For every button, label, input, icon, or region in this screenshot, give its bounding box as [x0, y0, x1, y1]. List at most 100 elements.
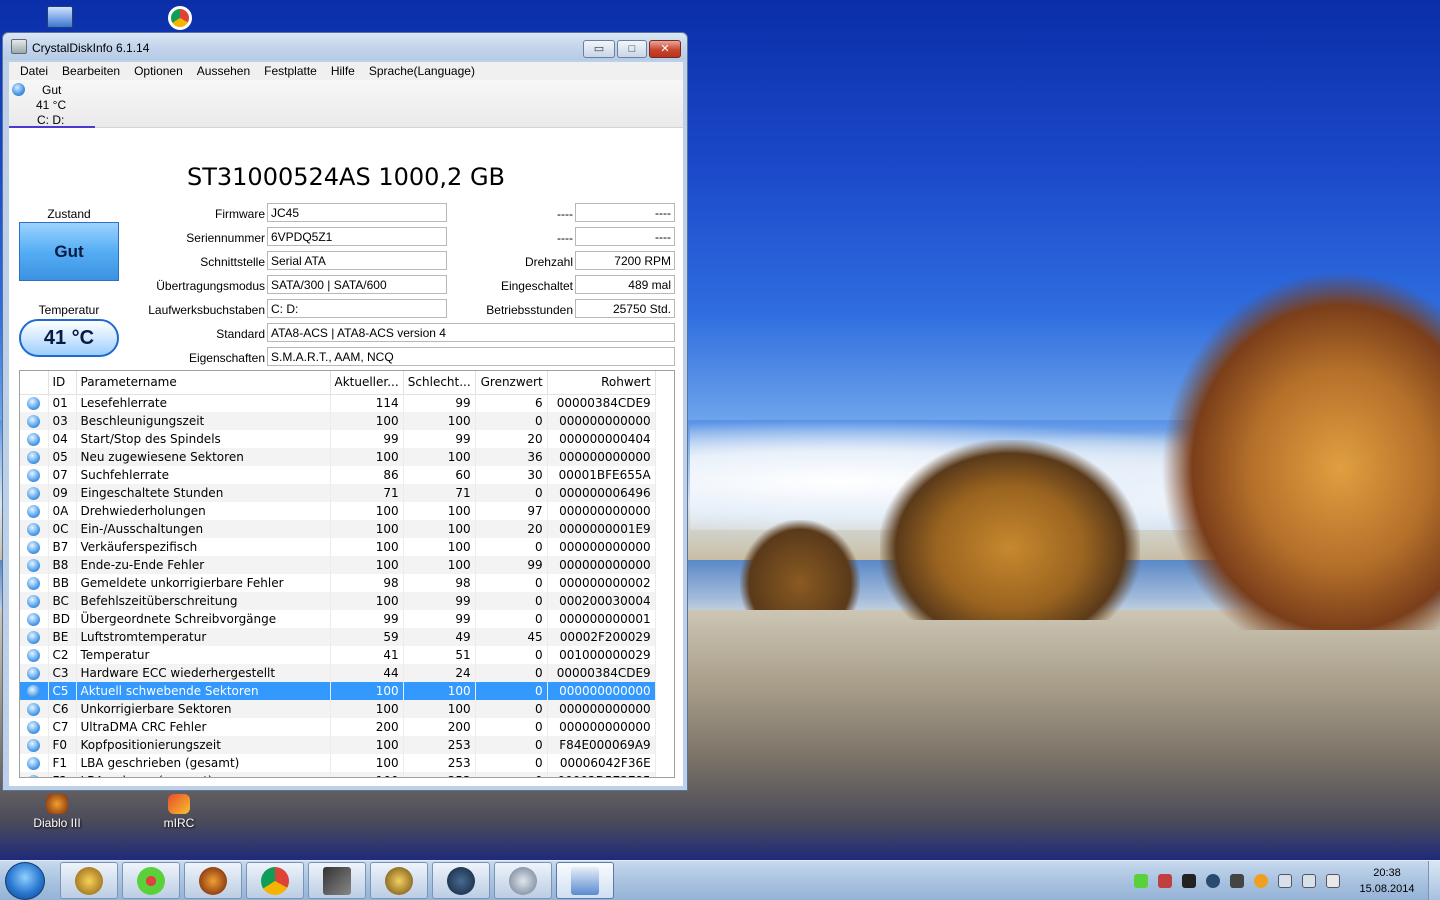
cell-raw: 0000000001E9 — [547, 520, 656, 538]
taskbar-crystaldiskinfo[interactable] — [556, 862, 614, 899]
clock[interactable]: 20:38 15.08.2014 — [1352, 865, 1422, 897]
smart-table[interactable]: ID Parametername Aktueller... Schlecht..… — [19, 370, 675, 778]
close-button[interactable]: ✕ — [649, 40, 681, 58]
table-row[interactable]: C2 Temperatur 41 51 0 001000000029 — [20, 646, 656, 664]
cell-current: 114 — [330, 394, 404, 412]
col-header-id[interactable]: ID — [48, 371, 77, 395]
cell-raw: 001000000029 — [547, 646, 656, 664]
taskbar-warcraft[interactable] — [370, 862, 428, 899]
network-tray-icon[interactable] — [1278, 874, 1292, 888]
table-row[interactable]: BE Luftstromtemperatur 59 49 45 00002F200029 — [20, 628, 656, 646]
transfer-mode-label: Übertragungsmodus — [156, 279, 265, 293]
table-row[interactable]: B8 Ende-zu-Ende Fehler 100 100 99 00000000000… — [20, 556, 656, 574]
cell-id: 04 — [48, 430, 77, 448]
cell-current: 100 — [330, 520, 404, 538]
cell-current: 100 — [330, 592, 404, 610]
interface-label: Schnittstelle — [200, 255, 265, 269]
table-row[interactable]: BC Befehlszeitüberschreitung 100 99 0 0002000… — [20, 592, 656, 610]
cell-threshold: 0 — [475, 754, 548, 772]
volume-tray-icon[interactable] — [1302, 874, 1316, 888]
cell-current: 100 — [330, 538, 404, 556]
cell-threshold: 20 — [475, 520, 548, 538]
col-header-raw[interactable]: Rohwert — [547, 371, 656, 395]
cell-current: 100 — [330, 556, 404, 574]
temperatur-label: Temperatur — [38, 303, 100, 317]
table-row[interactable]: C7 UltraDMA CRC Fehler 200 200 0 000000000000 — [20, 718, 656, 736]
table-row[interactable]: 09 Eingeschaltete Stunden 71 71 0 00000000649… — [20, 484, 656, 502]
status-dot-icon — [27, 487, 41, 500]
status-dot-icon — [27, 757, 41, 770]
health-status-button[interactable]: Gut — [19, 222, 119, 281]
table-row[interactable]: C6 Unkorrigierbare Sektoren 100 100 0 0000000… — [20, 700, 656, 718]
table-row[interactable]: BB Gemeldete unkorrigierbare Fehler 98 98 0 0… — [20, 574, 656, 592]
start-orb-icon[interactable] — [5, 862, 45, 900]
table-row[interactable]: 01 Lesefehlerrate 114 99 6 00000384CDE9 — [20, 394, 656, 412]
table-row[interactable]: 05 Neu zugewiesene Sektoren 100 100 36 000000… — [20, 448, 656, 466]
taskbar-chrome[interactable] — [246, 862, 304, 899]
taskbar-icq[interactable] — [122, 862, 180, 899]
cell-current: 41 — [330, 646, 404, 664]
table-row[interactable]: 0A Drehwiederholungen 100 100 97 000000000000 — [20, 502, 656, 520]
desktop-icon-mirc[interactable]: mIRC — [139, 794, 219, 830]
steam-tray-icon[interactable] — [1206, 874, 1220, 888]
4a-tray-icon[interactable] — [1230, 874, 1244, 888]
table-row[interactable]: BD Übergeordnete Schreibvorgänge 99 99 0 0000… — [20, 610, 656, 628]
tray-app-icon[interactable] — [1254, 874, 1268, 888]
menu-aussehen[interactable]: Aussehen — [190, 64, 257, 78]
table-row[interactable]: F0 Kopfpositionierungszeit 100 253 0 F84E0000… — [20, 736, 656, 754]
tray-app-icon[interactable] — [1158, 874, 1172, 888]
cell-name: Drehwiederholungen — [76, 502, 331, 520]
table-row[interactable]: B7 Verkäuferspezifisch 100 100 0 000000000000 — [20, 538, 656, 556]
menu-hilfe[interactable]: Hilfe — [324, 64, 362, 78]
menu-datei[interactable]: Datei — [13, 64, 55, 78]
taskbar-4a[interactable] — [308, 862, 366, 899]
disk-tab-1[interactable]: Gut 41 °C C: D: — [9, 80, 95, 128]
menu-festplatte[interactable]: Festplatte — [257, 64, 324, 78]
cell-worst: 24 — [403, 664, 476, 682]
col-header-current[interactable]: Aktueller... — [330, 371, 404, 395]
menu-optionen[interactable]: Optionen — [127, 64, 190, 78]
desktop-icon-computer[interactable] — [20, 6, 100, 30]
cell-current: 100 — [330, 754, 404, 772]
title-bar[interactable]: CrystalDiskInfo 6.1.14 ▭ □ ✕ — [3, 33, 687, 60]
temperature-button[interactable]: 41 °C — [19, 319, 119, 357]
cell-worst: 253 — [403, 754, 476, 772]
desktop-icon-chrome[interactable] — [140, 6, 220, 32]
table-row[interactable]: C3 Hardware ECC wiederhergestellt 44 24 0 000… — [20, 664, 656, 682]
cell-current: 200 — [330, 718, 404, 736]
maximize-button[interactable]: □ — [617, 40, 647, 58]
status-dot-icon — [27, 469, 41, 482]
col-header-name[interactable]: Parametername — [76, 371, 331, 395]
taskbar-steam[interactable] — [432, 862, 490, 899]
desktop-icon-label: mIRC — [163, 816, 195, 830]
taskbar-wow[interactable] — [60, 862, 118, 899]
menu-sprache[interactable]: Sprache(Language) — [362, 64, 482, 78]
taskbar-teamspeak[interactable] — [494, 862, 552, 899]
menu-bearbeiten[interactable]: Bearbeiten — [55, 64, 127, 78]
show-desktop-button[interactable] — [1428, 861, 1440, 900]
action-center-flag-icon[interactable] — [1326, 874, 1340, 888]
table-row[interactable]: C5 Aktuell schwebende Sektoren 100 100 0 0000… — [20, 682, 656, 700]
cell-threshold: 6 — [475, 394, 548, 412]
minimize-button[interactable]: ▭ — [583, 40, 615, 58]
taskbar-diablo[interactable] — [184, 862, 242, 899]
logitech-tray-icon[interactable] — [1182, 874, 1196, 888]
rotation-label: Drehzahl — [524, 255, 573, 269]
status-dot-icon — [27, 577, 41, 590]
table-row[interactable]: 03 Beschleunigungszeit 100 100 0 000000000000 — [20, 412, 656, 430]
cell-raw: 000000000000 — [547, 502, 656, 520]
cell-status — [20, 628, 49, 646]
col-header-worst[interactable]: Schlecht... — [403, 371, 476, 395]
col-header-status[interactable] — [20, 371, 49, 395]
icq-tray-icon[interactable] — [1134, 874, 1148, 888]
cell-id: 0A — [48, 502, 77, 520]
cell-current: 100 — [330, 502, 404, 520]
col-header-threshold[interactable]: Grenzwert — [475, 371, 548, 395]
table-row[interactable]: 0C Ein-/Ausschaltungen 100 100 20 0000000001E… — [20, 520, 656, 538]
cell-name: Kopfpositionierungszeit — [76, 736, 331, 754]
desktop-icon-diablo[interactable]: Diablo III — [17, 794, 97, 830]
table-row[interactable]: F2LBA gelesen (gesamt)100253000002D573E8… — [20, 772, 656, 777]
table-row[interactable]: F1 LBA geschrieben (gesamt) 100 253 0 0000604… — [20, 754, 656, 772]
table-row[interactable]: 07 Suchfehlerrate 86 60 30 00001BFE655A — [20, 466, 656, 484]
table-row[interactable]: 04 Start/Stop des Spindels 99 99 20 000000000… — [20, 430, 656, 448]
